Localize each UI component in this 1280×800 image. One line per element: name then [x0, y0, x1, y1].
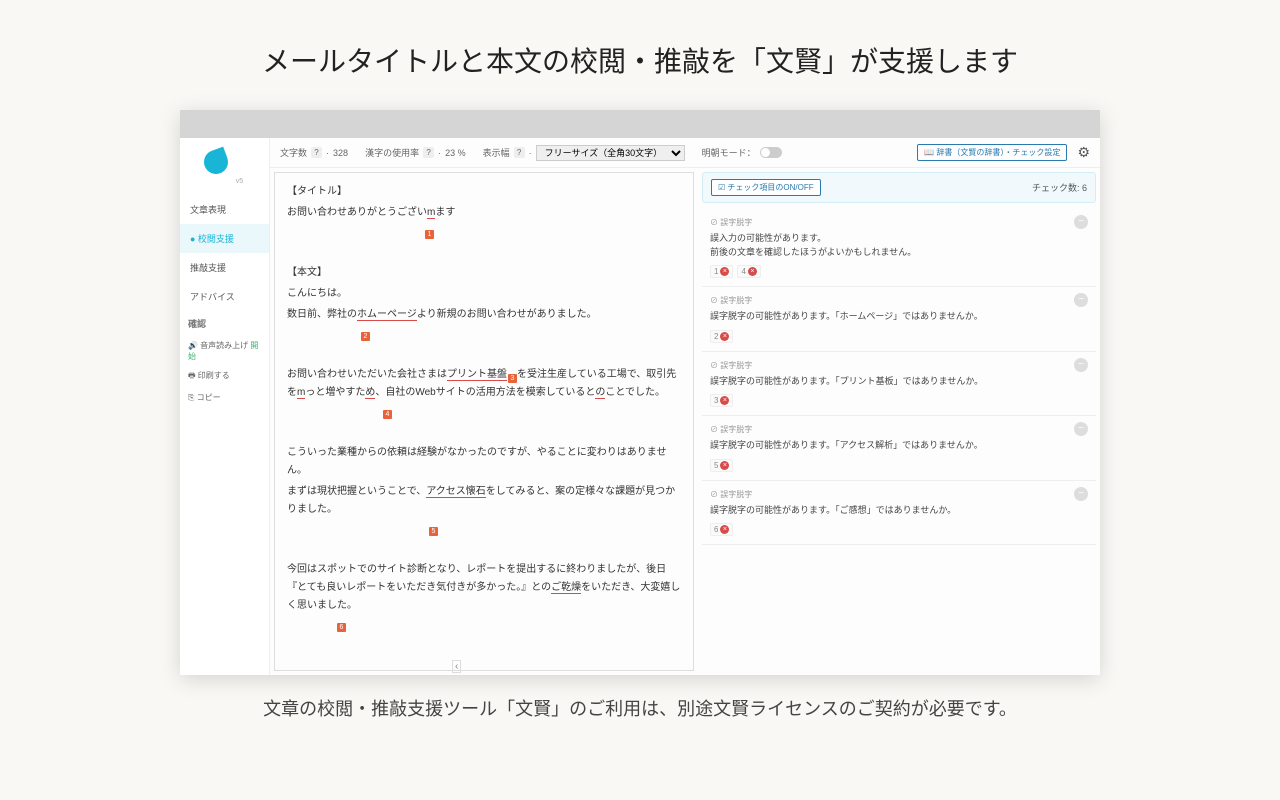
mincho-label: 明朝モード： [702, 146, 756, 159]
check-message: 誤字脱字の可能性があります。「アクセス解析」ではありませんか。 [710, 439, 1088, 453]
kanji-rate-value: 23 % [445, 148, 466, 158]
char-count-value: 328 [333, 148, 348, 158]
dismiss-button[interactable]: − [1074, 487, 1088, 501]
check-item[interactable]: −誤字脱字誤入力の可能性があります。前後の文章を確認したほうがよいかもしれません… [702, 209, 1096, 287]
check-message: 誤字脱字の可能性があります。「ご感想」ではありませんか。 [710, 504, 1088, 518]
sidebar-item[interactable]: アドバイス [180, 282, 269, 311]
gear-icon[interactable]: ⚙ [1077, 144, 1090, 161]
stats-bar: 文字数 ? · 328 漢字の使用率 ? · 23 % 表示幅 ? · フリーサ… [270, 138, 1100, 168]
check-category: 誤字脱字 [710, 360, 1088, 371]
issue-number-badge[interactable]: 5× [710, 459, 733, 472]
check-category: 誤字脱字 [710, 424, 1088, 435]
issue-number-badge[interactable]: 2× [710, 330, 733, 343]
check-item[interactable]: −誤字脱字誤字脱字の可能性があります。「プリント基板」ではありませんか。 3× [702, 352, 1096, 417]
remove-icon[interactable]: × [720, 332, 729, 341]
app-logo-icon [201, 147, 232, 178]
sidebar-sub-item[interactable]: 🖶 印刷する [180, 366, 269, 388]
remove-icon[interactable]: × [720, 396, 729, 405]
check-message: 誤字脱字の可能性があります。「ホームページ」ではありませんか。 [710, 310, 1088, 324]
remove-icon[interactable]: × [720, 525, 729, 534]
check-category: 誤字脱字 [710, 295, 1088, 306]
dismiss-button[interactable]: − [1074, 293, 1088, 307]
width-select[interactable]: フリーサイズ（全角30文字） [536, 145, 685, 161]
remove-icon[interactable]: × [720, 461, 729, 470]
check-count: チェック数: 6 [1032, 181, 1087, 194]
check-header: ☑ チェック項目のON/OFF チェック数: 6 [702, 172, 1096, 203]
collapse-handle[interactable]: ‹ [452, 660, 461, 673]
sidebar-item[interactable]: ● 校閲支援 [180, 224, 269, 253]
check-category: 誤字脱字 [710, 217, 1088, 228]
check-item[interactable]: −誤字脱字誤字脱字の可能性があります。「アクセス解析」ではありませんか。 5× [702, 416, 1096, 481]
check-message: 誤入力の可能性があります。前後の文章を確認したほうがよいかもしれません。 [710, 232, 1088, 259]
check-message: 誤字脱字の可能性があります。「プリント基板」ではありませんか。 [710, 375, 1088, 389]
check-category: 誤字脱字 [710, 489, 1088, 500]
help-icon[interactable]: ? [423, 147, 434, 158]
sidebar-item[interactable]: 文章表現 [180, 195, 269, 224]
remove-icon[interactable]: × [720, 267, 729, 276]
width-label: 表示幅 [483, 146, 510, 159]
help-icon[interactable]: ? [514, 147, 525, 158]
check-item[interactable]: −誤字脱字誤字脱字の可能性があります。「ホームページ」ではありませんか。 2× [702, 287, 1096, 352]
issue-number-badge[interactable]: 4× [737, 265, 760, 278]
app-window: v5 文章表現● 校閲支援推敲支援アドバイス 確認 🔊 音声読み上げ 開始🖶 印… [180, 110, 1100, 675]
editor-pane[interactable]: 【タイトル】 お問い合わせありがとうございmます1 【本文】 こんにちは。 数日… [274, 172, 694, 671]
kanji-rate-label: 漢字の使用率 [365, 146, 419, 159]
sidebar-sub-item[interactable]: 🔊 音声読み上げ 開始 [180, 336, 269, 366]
remove-icon[interactable]: × [748, 267, 757, 276]
sidebar-item[interactable]: 推敲支援 [180, 253, 269, 282]
confirm-section-label: 確認 [180, 311, 269, 336]
check-list: −誤字脱字誤入力の可能性があります。前後の文章を確認したほうがよいかもしれません… [702, 209, 1096, 671]
issue-number-badge[interactable]: 3× [710, 394, 733, 407]
sidebar-sub-item[interactable]: ⎘ コピー [180, 388, 269, 407]
check-toggle-button[interactable]: ☑ チェック項目のON/OFF [711, 179, 821, 196]
issue-number-badge[interactable]: 6× [710, 523, 733, 536]
dismiss-button[interactable]: − [1074, 358, 1088, 372]
app-version: v5 [210, 178, 269, 185]
check-pane: ☑ チェック項目のON/OFF チェック数: 6 −誤字脱字誤入力の可能性があり… [702, 172, 1096, 671]
mincho-toggle[interactable] [760, 147, 782, 158]
char-count-label: 文字数 [280, 146, 307, 159]
issue-number-badge[interactable]: 1× [710, 265, 733, 278]
dismiss-button[interactable]: − [1074, 215, 1088, 229]
page-title: メールタイトルと本文の校閲・推敲を「文賢」が支援します [0, 0, 1280, 110]
check-item[interactable]: −誤字脱字誤字脱字の可能性があります。「ご感想」ではありませんか。 6× [702, 481, 1096, 546]
window-title-bar [180, 110, 1100, 138]
dictionary-settings-button[interactable]: 📖 辞書（文賢の辞書）・チェック設定 [917, 144, 1067, 161]
help-icon[interactable]: ? [311, 147, 322, 158]
sidebar: v5 文章表現● 校閲支援推敲支援アドバイス 確認 🔊 音声読み上げ 開始🖶 印… [180, 138, 270, 675]
main-panel: 文字数 ? · 328 漢字の使用率 ? · 23 % 表示幅 ? · フリーサ… [270, 138, 1100, 675]
page-footer: 文章の校閲・推敲支援ツール「文賢」のご利用は、別途文賢ライセンスのご契約が必要で… [0, 675, 1280, 741]
dismiss-button[interactable]: − [1074, 422, 1088, 436]
